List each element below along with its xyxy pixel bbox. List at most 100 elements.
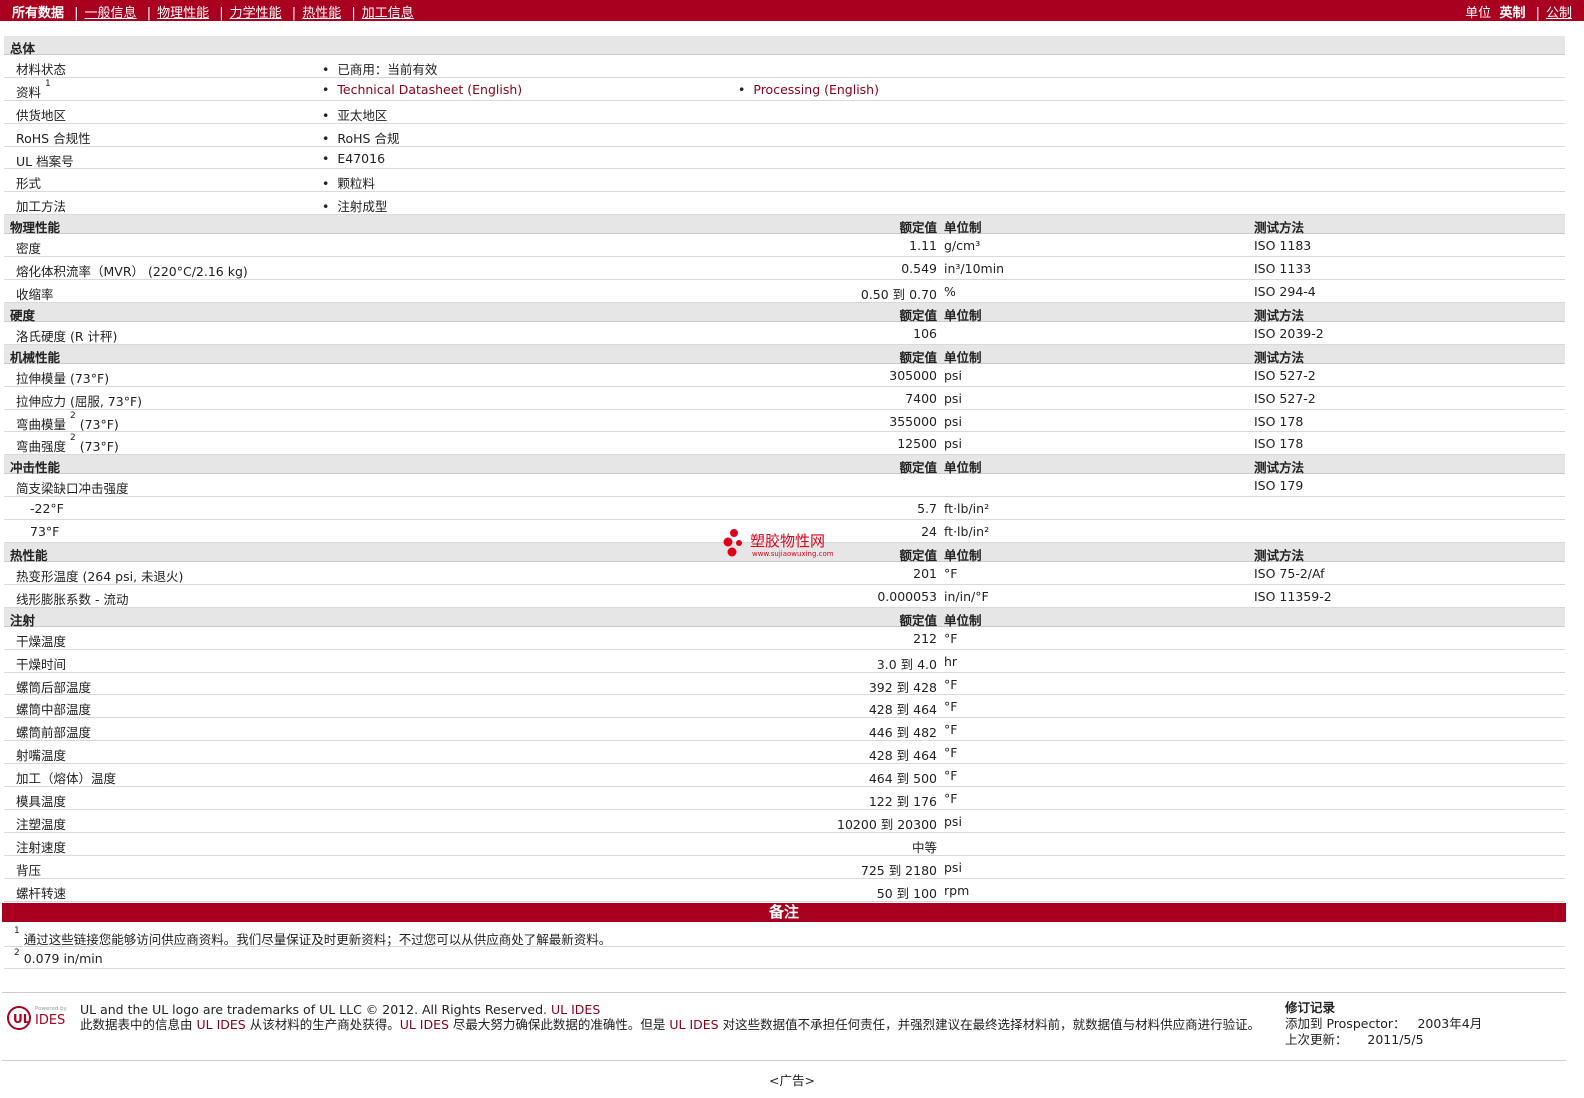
property-row: 螺筒后部温度 392 到 428 °F <box>4 673 1565 696</box>
added-value: 2003年4月 <box>1417 1016 1483 1031</box>
section-header: 机械性能 额定值 单位制 测试方法 <box>4 344 1565 365</box>
general-row: 资料 1 Technical Datasheet (English) Process… <box>4 78 1565 101</box>
svg-text:Powered by: Powered by <box>35 1006 68 1012</box>
datasheet-table: 总体材料状态 已商用：当前有效资料 1 Technical Datasheet (E… <box>4 36 1565 902</box>
property-label: 线形膨胀系数 - 流动 <box>16 591 129 607</box>
property-value: 12500 <box>897 436 937 452</box>
ad-placeholder: <广告> <box>769 1073 815 1088</box>
section-header-general: 总体 <box>4 36 1565 56</box>
unit-label: 单位 <box>1465 6 1492 21</box>
footnote-ref: 2 <box>70 433 76 444</box>
property-test-method: ISO 178 <box>1254 436 1304 452</box>
property-label: 73°F <box>30 524 60 540</box>
property-value: 212 <box>913 630 937 646</box>
property-unit: g/cm³ <box>944 238 981 254</box>
property-unit: ft·lb/in² <box>944 524 990 540</box>
general-row-value: 亚太地区 <box>322 105 387 124</box>
unit-metric[interactable]: 公制 <box>1546 6 1572 21</box>
ul-ides-logo: UL Powered by IDES <box>7 1006 68 1030</box>
tab-mechanical[interactable]: 力学性能 <box>230 6 282 21</box>
unit-switch: 单位 英制 | 公制 <box>1465 6 1572 21</box>
property-label: 干燥时间 <box>16 656 67 672</box>
added-label: 添加到 Prospector： <box>1285 1016 1406 1031</box>
property-label: 螺杆转速 <box>16 885 67 901</box>
property-test-method: ISO 527-2 <box>1254 367 1316 383</box>
processing-link[interactable]: Processing (English) <box>753 82 879 97</box>
property-label: 弯曲模量 2 (73°F) <box>16 410 119 432</box>
updated-label: 上次更新： <box>1285 1032 1348 1047</box>
property-value: 7400 <box>905 390 937 406</box>
property-test-method: ISO 179 <box>1254 478 1304 494</box>
datasheet-link-item: Technical Datasheet (English) <box>322 82 522 97</box>
property-test-method: ISO 75-2/Af <box>1254 566 1325 582</box>
property-test-method: ISO 1183 <box>1254 238 1312 254</box>
property-label: 收缩率 <box>16 287 54 303</box>
general-row: RoHS 合规性 RoHS 合规 <box>4 124 1565 147</box>
property-value: 446 到 482 <box>868 725 937 741</box>
property-unit: °F <box>944 630 958 646</box>
notes-header: 备注 <box>2 903 1566 922</box>
tab-general-info[interactable]: 一般信息 <box>85 6 137 21</box>
property-unit: °F <box>944 722 958 738</box>
property-row: 螺杆转速 50 到 100 rpm <box>4 879 1565 902</box>
property-test-method: ISO 11359-2 <box>1254 588 1332 604</box>
property-row: -22°F 5.7 ft·lb/in² <box>4 497 1565 521</box>
general-row-label: RoHS 合规性 <box>16 130 91 146</box>
tab-all-data[interactable]: 所有数据 <box>12 6 64 21</box>
general-row-label: 材料状态 <box>16 62 67 77</box>
property-label: 模具温度 <box>16 794 67 810</box>
property-label: 熔化体积流率（MVR） (220°C/2.16 kg) <box>16 264 248 280</box>
property-unit: psi <box>944 390 962 406</box>
property-test-method: ISO 2039-2 <box>1254 325 1324 341</box>
general-row-label: 加工方法 <box>16 199 67 215</box>
property-test-method: ISO 1133 <box>1254 261 1312 277</box>
property-row: 密度 1.11 g/cm³ ISO 1183 <box>4 234 1565 258</box>
property-unit: psi <box>944 813 962 829</box>
property-value: 0.549 <box>901 261 937 277</box>
property-label: 干燥温度 <box>16 633 67 649</box>
property-value: 24 <box>921 524 937 540</box>
property-row: 洛氏硬度 (R 计秤) 106 ISO 2039-2 <box>4 322 1565 345</box>
footnote-ref: 1 <box>45 78 51 89</box>
property-unit: % <box>944 284 956 300</box>
property-unit: °F <box>944 676 958 692</box>
property-value: 725 到 2180 <box>860 862 937 878</box>
property-label: 洛氏硬度 (R 计秤) <box>16 328 118 344</box>
property-unit: rpm <box>944 882 970 898</box>
property-label: 加工（熔体）温度 <box>16 771 117 787</box>
note-1-text: 通过这些链接您能够访问供应商资料。我们尽量保证及时更新资料；不过您可以从供应商处… <box>23 932 612 947</box>
property-label: 背压 <box>16 862 42 878</box>
property-unit: psi <box>944 367 962 383</box>
property-row: 螺筒前部温度 446 到 482 °F <box>4 718 1565 742</box>
general-row: 形式 颗粒料 <box>4 169 1565 193</box>
property-row: 线形膨胀系数 - 流动 0.000053 in/in/°F ISO 11359-2 <box>4 585 1565 608</box>
general-row-value: 已商用：当前有效 <box>322 59 437 78</box>
tab-processing[interactable]: 加工信息 <box>362 6 414 21</box>
general-row: 材料状态 已商用：当前有效 <box>4 55 1565 78</box>
property-value: 106 <box>913 325 937 341</box>
svg-text:IDES: IDES <box>35 1013 65 1028</box>
property-unit: °F <box>944 699 958 715</box>
unit-imperial[interactable]: 英制 <box>1499 6 1525 21</box>
property-row: 简支梁缺口冲击强度 ISO 179 <box>4 474 1565 498</box>
property-test-method: ISO 178 <box>1254 413 1304 429</box>
property-unit: °F <box>944 791 958 807</box>
ul-ides-link[interactable]: UL IDES <box>551 1002 600 1017</box>
tab-physical[interactable]: 物理性能 <box>157 6 209 21</box>
property-unit: in³/10min <box>944 261 1005 277</box>
property-unit: psi <box>944 413 962 429</box>
property-value: 392 到 428 <box>868 679 937 695</box>
property-label: 螺筒后部温度 <box>16 679 92 695</box>
general-row-value: RoHS 合规 <box>322 128 399 147</box>
tab-thermal[interactable]: 热性能 <box>302 6 341 21</box>
general-row: 供货地区 亚太地区 <box>4 101 1565 124</box>
property-unit: °F <box>944 566 958 582</box>
property-value: 355000 <box>889 413 937 429</box>
technical-datasheet-link[interactable]: Technical Datasheet (English) <box>337 82 522 97</box>
note-2-text: 0.079 in/min <box>23 951 103 966</box>
property-row: 加工（熔体）温度 464 到 500 °F <box>4 764 1565 788</box>
property-value: 305000 <box>889 367 937 383</box>
section-header: 物理性能 额定值 单位制 测试方法 <box>4 215 1565 235</box>
property-value: 122 到 176 <box>868 794 937 810</box>
general-row: 加工方法 注射成型 <box>4 192 1565 216</box>
